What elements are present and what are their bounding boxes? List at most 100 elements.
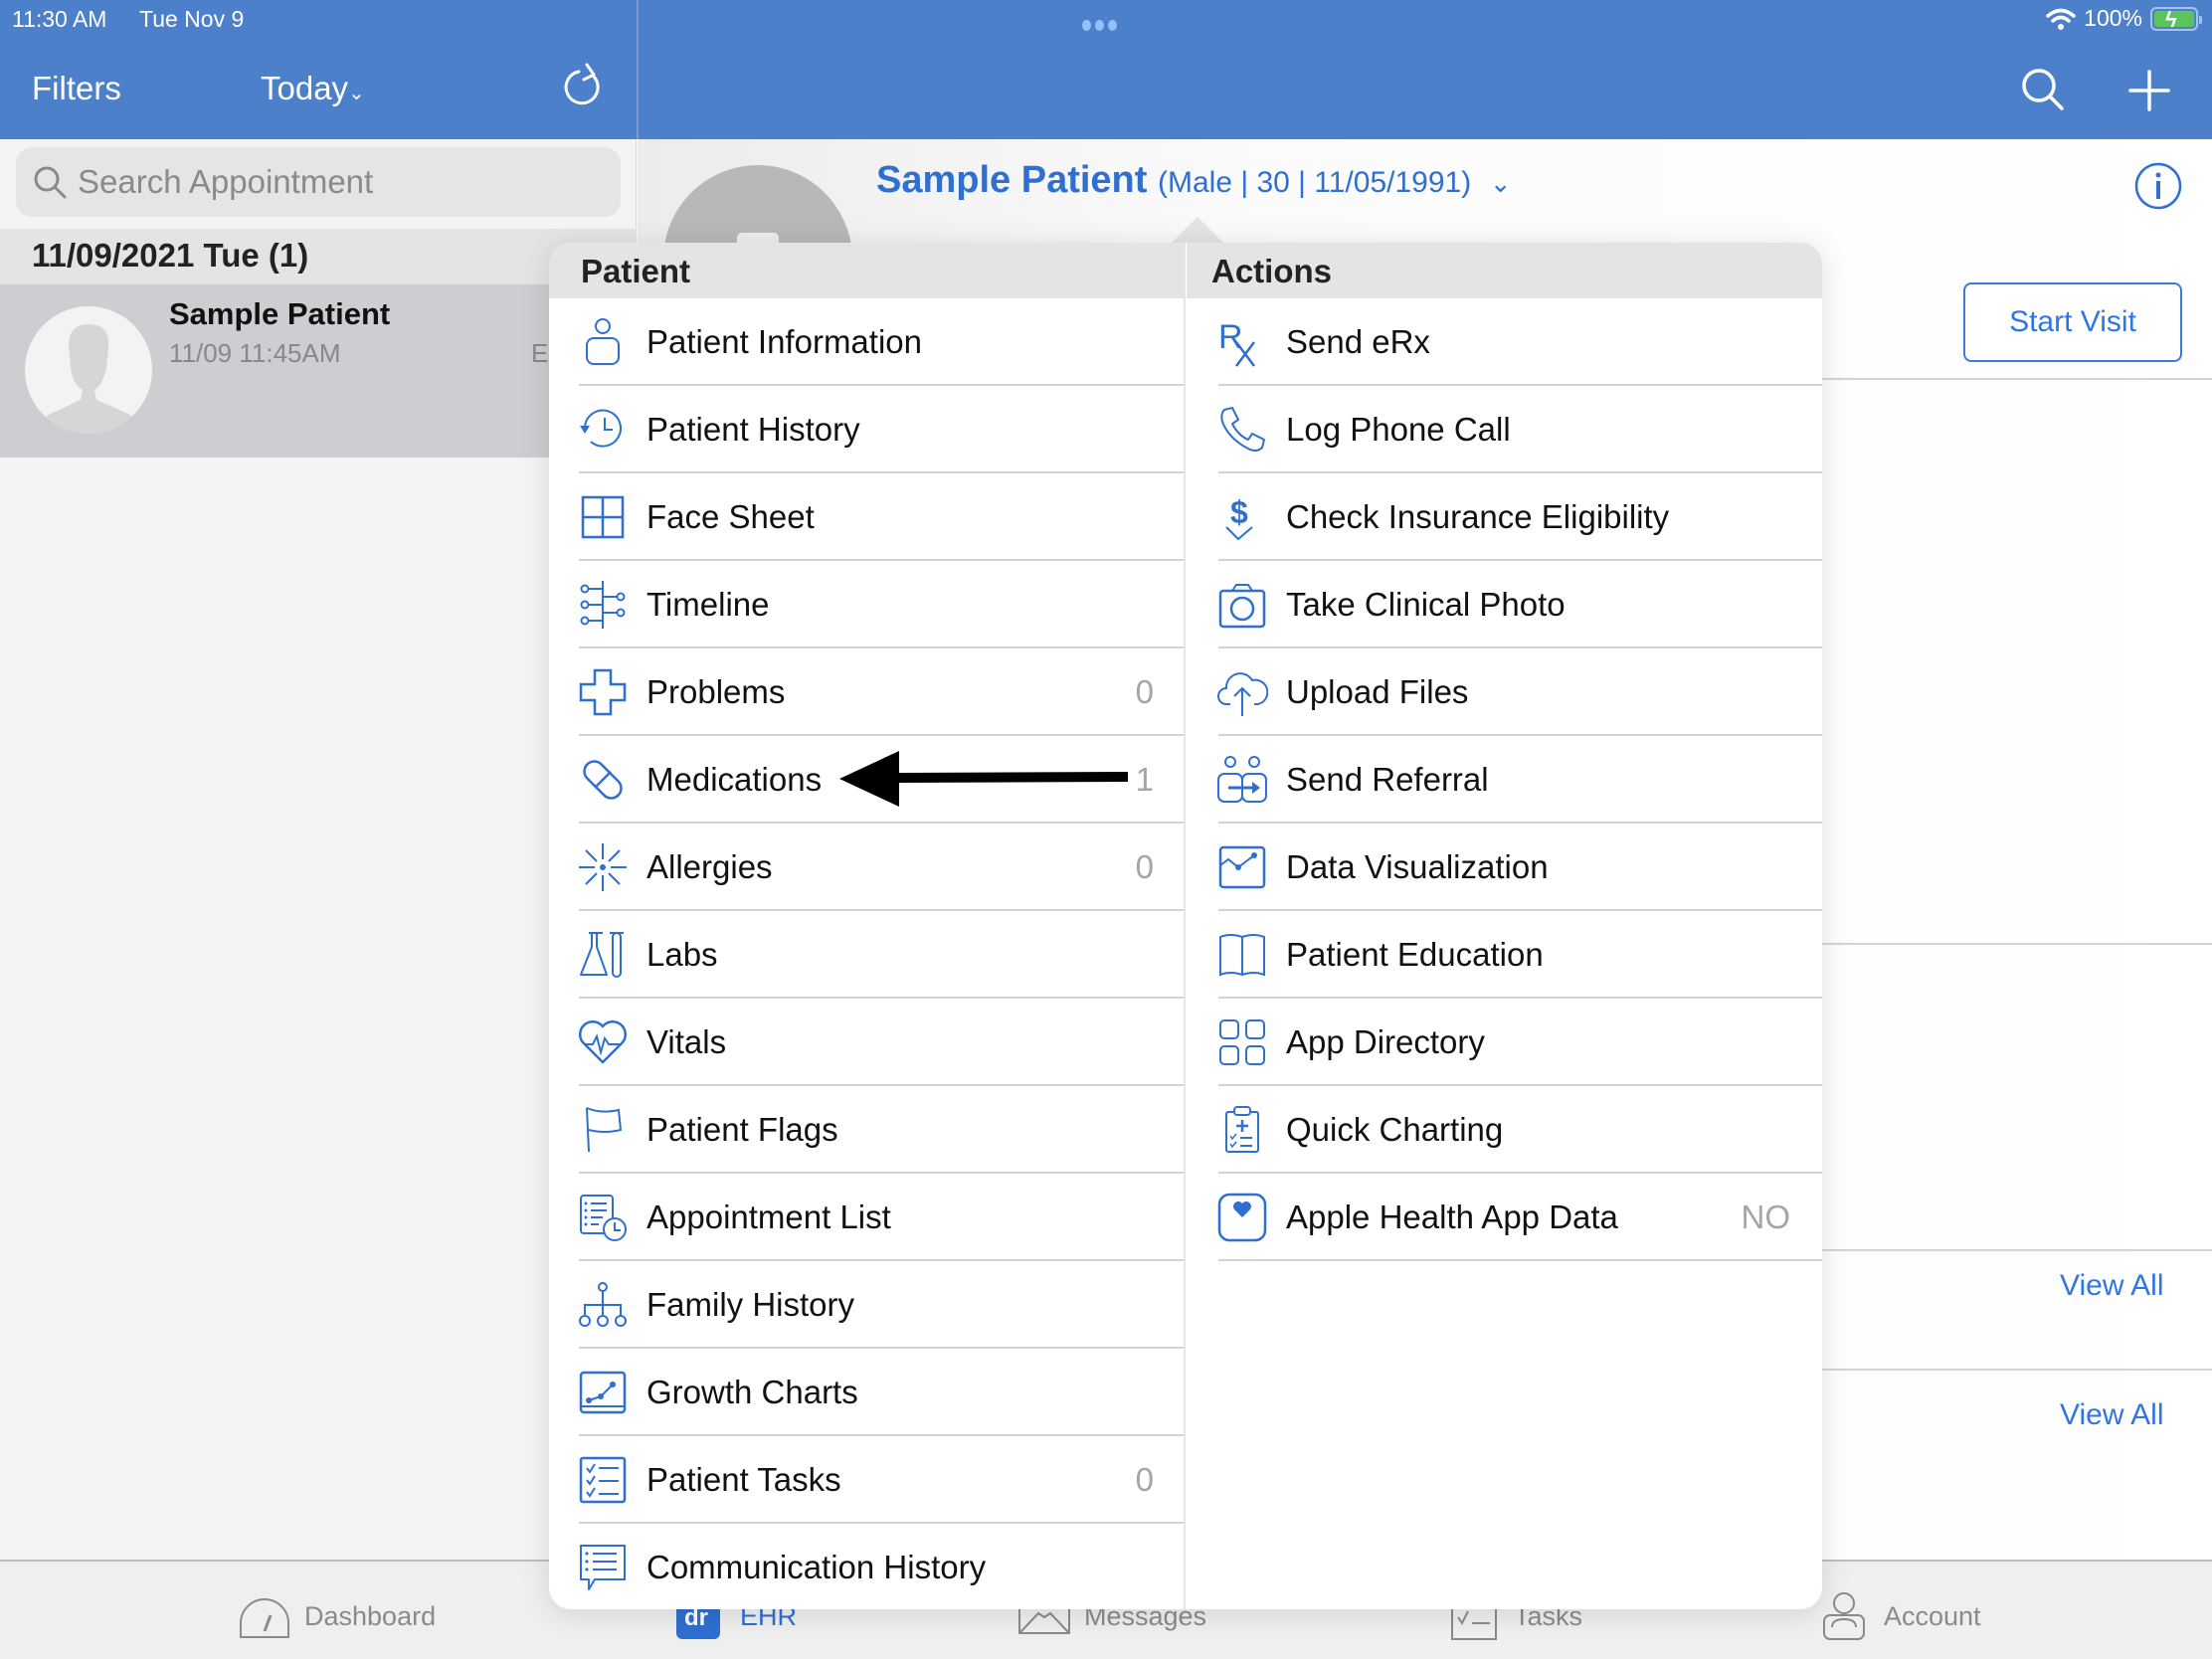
phone-icon — [1216, 404, 1268, 456]
start-visit-button[interactable]: Start Visit — [1963, 282, 2182, 362]
refresh-icon[interactable] — [557, 62, 607, 111]
menu-item-take-clinical-photo[interactable]: Take Clinical Photo — [1187, 561, 1822, 648]
search-appointment-input[interactable] — [78, 163, 595, 201]
menu-item-check-insurance-eligibility[interactable]: $ Check Insurance Eligibility — [1187, 473, 1822, 561]
item-count: 0 — [1135, 673, 1154, 710]
menu-item-timeline[interactable]: Timeline — [549, 561, 1184, 648]
filters-button[interactable]: Filters — [32, 70, 121, 107]
menu-item-label: Patient Flags — [646, 1111, 838, 1148]
menu-item-label: Take Clinical Photo — [1286, 586, 1566, 623]
tab-label: Account — [1884, 1600, 1981, 1631]
menu-item-label: Problems — [646, 673, 786, 710]
search-icon[interactable] — [2019, 66, 2067, 113]
menu-item-patient-history[interactable]: Patient History — [549, 386, 1184, 473]
menu-item-problems[interactable]: Problems 0 — [549, 648, 1184, 736]
line-chart-icon — [1216, 841, 1268, 893]
history-icon — [577, 404, 629, 456]
camera-icon — [1216, 579, 1268, 631]
menu-item-label: App Directory — [1286, 1023, 1485, 1060]
tab-dashboard[interactable]: Dashboard — [237, 1591, 436, 1641]
menu-item-patient-education[interactable]: Patient Education — [1187, 911, 1822, 999]
tab-account[interactable]: Account — [1816, 1591, 1981, 1641]
menu-item-label: Quick Charting — [1286, 1111, 1504, 1148]
appointment-sidebar: 11/09/2021 Tue (1) Sample Patient 11/09 … — [0, 139, 637, 1560]
search-icon — [34, 166, 67, 199]
growth-chart-icon — [577, 1367, 629, 1418]
menu-item-label: Vitals — [646, 1023, 727, 1060]
patient-section-header: Patient — [549, 243, 1184, 298]
menu-item-patient-flags[interactable]: Patient Flags — [549, 1086, 1184, 1174]
timeline-icon — [577, 579, 629, 631]
patient-menu-column: Patient Patient Information Patient Histo… — [549, 243, 1186, 1609]
person-silhouette-icon — [39, 324, 138, 434]
battery-icon: ϟ — [2150, 6, 2202, 32]
multitask-handle[interactable] — [1082, 20, 1117, 31]
menu-item-label: Patient Tasks — [646, 1461, 841, 1498]
patient-name: Sample Patient — [876, 159, 1148, 201]
checklist-icon — [577, 1454, 629, 1506]
person-icon — [577, 316, 629, 368]
svg-text:$: $ — [1230, 494, 1248, 530]
menu-item-label: Patient Education — [1286, 936, 1544, 973]
view-all-link[interactable]: View All — [2060, 1269, 2164, 1303]
plus-icon[interactable] — [2126, 68, 2172, 113]
cloud-upload-icon — [1216, 666, 1269, 718]
clipboard-icon — [1216, 1104, 1268, 1156]
item-count: 1 — [1135, 761, 1154, 798]
menu-item-family-history[interactable]: Family History — [549, 1261, 1184, 1349]
today-dropdown[interactable]: Today⌄ — [261, 70, 365, 107]
menu-item-label: Family History — [646, 1286, 855, 1323]
menu-item-send-referral[interactable]: Send Referral — [1187, 736, 1822, 824]
item-value: NO — [1741, 1198, 1791, 1235]
menu-item-vitals[interactable]: Vitals — [549, 999, 1184, 1086]
avatar — [25, 306, 152, 434]
menu-item-appointment-list[interactable]: Appointment List — [549, 1174, 1184, 1261]
menu-item-label: Patient History — [646, 411, 860, 448]
top-navigation-bar: 11:30 AM Tue Nov 9 100% ϟ Filters Today⌄ — [0, 0, 2212, 139]
chat-list-icon — [577, 1542, 629, 1593]
menu-item-label: Check Insurance Eligibility — [1286, 498, 1670, 535]
lab-flask-icon — [577, 929, 629, 981]
view-all-link[interactable]: View All — [2060, 1398, 2164, 1432]
menu-item-send-erx[interactable]: R Send eRx — [1187, 298, 1822, 386]
menu-item-communication-history[interactable]: Communication History — [549, 1524, 1184, 1609]
family-tree-icon — [577, 1279, 629, 1331]
patient-header-dropdown[interactable]: Sample Patient (Male | 30 | 11/05/1991) … — [876, 159, 1512, 202]
menu-item-face-sheet[interactable]: Face Sheet — [549, 473, 1184, 561]
info-icon[interactable] — [2133, 161, 2183, 211]
menu-item-allergies[interactable]: Allergies 0 — [549, 824, 1184, 911]
menu-item-patient-tasks[interactable]: Patient Tasks 0 — [549, 1436, 1184, 1524]
menu-item-patient-information[interactable]: Patient Information — [549, 298, 1184, 386]
account-icon — [1823, 1592, 1865, 1640]
chevron-down-icon: ⌄ — [1489, 168, 1512, 198]
apps-grid-icon — [1216, 1016, 1268, 1068]
status-date: Tue Nov 9 — [139, 6, 245, 32]
appointment-extra: E — [531, 338, 549, 368]
menu-item-apple-health-app-data[interactable]: Apple Health App Data NO — [1187, 1174, 1822, 1261]
item-count: 0 — [1135, 848, 1154, 885]
battery-percent: 100% — [2084, 5, 2142, 31]
menu-item-app-directory[interactable]: App Directory — [1187, 999, 1822, 1086]
gauge-icon — [240, 1598, 289, 1638]
heart-pulse-icon — [577, 1016, 629, 1068]
patient-actions-popover: Patient Patient Information Patient Histo… — [549, 243, 1822, 1609]
medical-cross-icon — [577, 666, 629, 718]
health-heart-icon — [1216, 1192, 1268, 1243]
item-count: 0 — [1135, 1461, 1154, 1498]
pill-icon — [577, 754, 629, 806]
menu-item-label: Data Visualization — [1286, 848, 1549, 885]
appointment-patient-name: Sample Patient — [169, 296, 391, 331]
menu-item-label: Labs — [646, 936, 718, 973]
menu-item-growth-charts[interactable]: Growth Charts — [549, 1349, 1184, 1436]
menu-item-labs[interactable]: Labs — [549, 911, 1184, 999]
actions-section-header: Actions — [1187, 243, 1822, 298]
dollar-check-icon: $ — [1216, 491, 1268, 543]
search-appointment-field[interactable] — [16, 147, 621, 217]
actions-menu-column: Actions R Send eRx Log Phone Call $ Check In… — [1187, 243, 1822, 1609]
menu-item-quick-charting[interactable]: Quick Charting — [1187, 1086, 1822, 1174]
menu-item-data-visualization[interactable]: Data Visualization — [1187, 824, 1822, 911]
menu-item-upload-files[interactable]: Upload Files — [1187, 648, 1822, 736]
menu-item-log-phone-call[interactable]: Log Phone Call — [1187, 386, 1822, 473]
svg-text:R: R — [1218, 318, 1243, 356]
appointment-time: 11/09 11:45AM — [169, 338, 341, 368]
